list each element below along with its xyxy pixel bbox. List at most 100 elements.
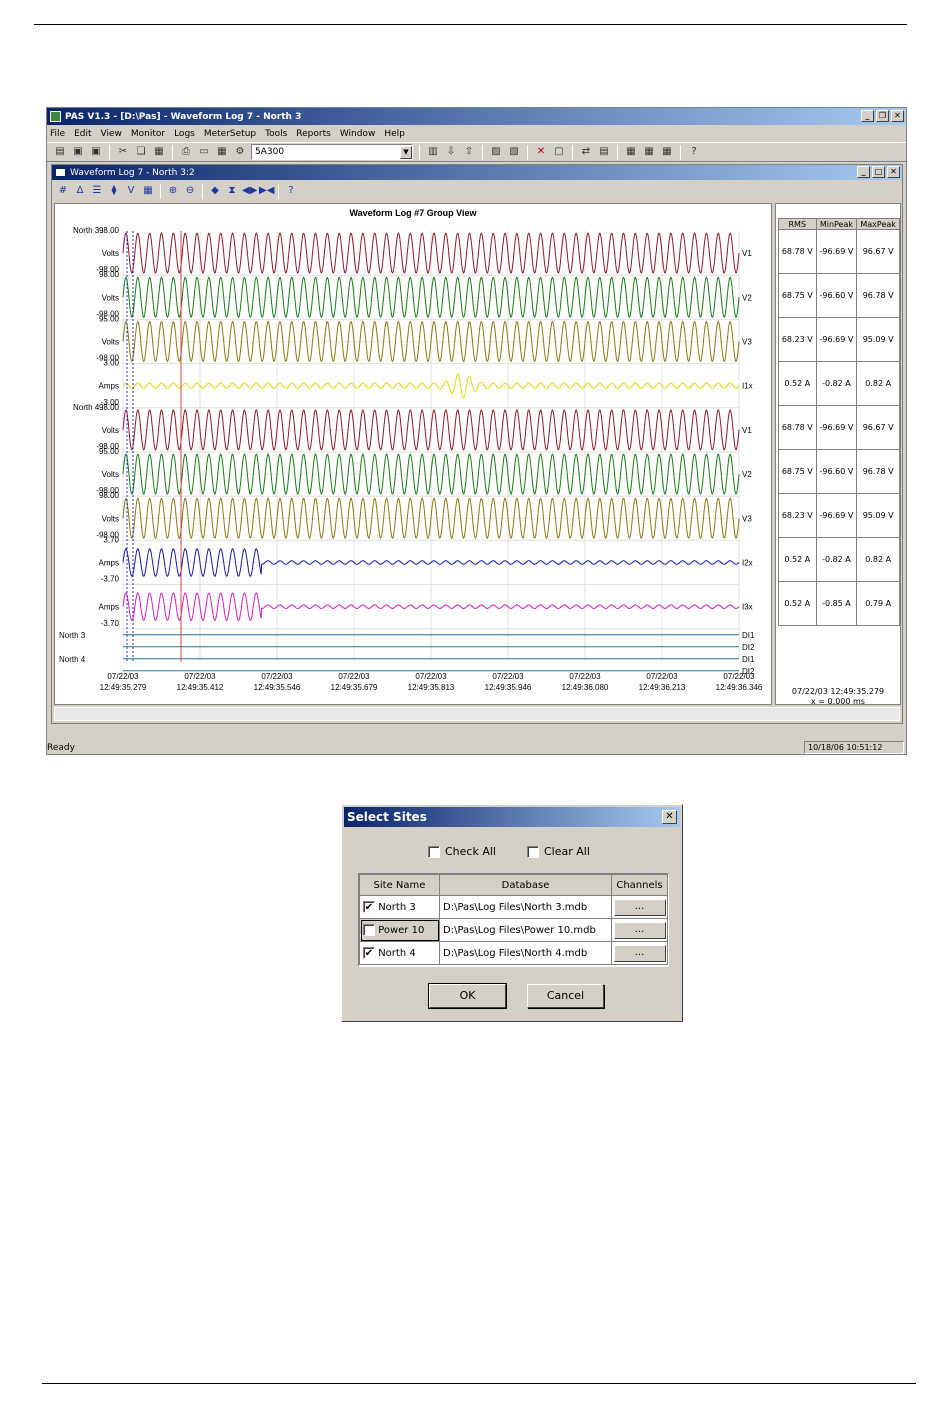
channel-name-label: V1 bbox=[742, 426, 752, 435]
close-icon[interactable]: ✕ bbox=[887, 166, 900, 178]
x-tick-time: 12:49:35.412 bbox=[177, 683, 224, 692]
waveform-plot[interactable]: Waveform Log #7 Group View North 3 :98.00… bbox=[54, 203, 772, 705]
menu-monitor[interactable]: Monitor bbox=[131, 129, 165, 139]
delta-icon[interactable]: Δ bbox=[73, 184, 87, 198]
status-datetime: 10/18/06 10:51:12 bbox=[804, 741, 904, 754]
table-row: 0.52 A -0.82 A 0.82 A bbox=[778, 537, 900, 582]
restore-icon[interactable]: ❐ bbox=[876, 110, 889, 122]
digital-channel-label: DI1 bbox=[742, 631, 755, 640]
minimize-icon[interactable]: _ bbox=[861, 110, 874, 122]
copy-icon[interactable]: ❏ bbox=[134, 145, 148, 159]
rms-value: 68.78 V bbox=[778, 229, 817, 274]
cancel-button[interactable]: Cancel bbox=[527, 984, 604, 1008]
menu-metersetup[interactable]: MeterSetup bbox=[204, 129, 256, 139]
maximize-icon[interactable]: □ bbox=[872, 166, 885, 178]
reset-icon[interactable]: ⇄ bbox=[579, 145, 593, 159]
site-cell[interactable]: Power 10 bbox=[359, 918, 440, 942]
maxpeak-value: 0.82 A bbox=[856, 537, 900, 582]
site-checkbox[interactable]: ✔ bbox=[363, 947, 375, 959]
marker-icon[interactable]: ⧫ bbox=[107, 184, 121, 198]
horizontal-scrollbar[interactable] bbox=[54, 707, 900, 721]
cursor-readout: 07/22/03 12:49:35.279 x = 0.000 ms bbox=[776, 687, 900, 707]
database-path: D:\Pas\Log Files\North 3.mdb bbox=[439, 895, 612, 919]
horizontal-zoom-icon[interactable]: ◀▶ bbox=[242, 184, 257, 198]
rms-value: 0.52 A bbox=[778, 581, 817, 626]
site-name-header: Site Name bbox=[359, 874, 440, 896]
minpeak-value: -96.69 V bbox=[815, 493, 858, 538]
channel-name-label: V3 bbox=[742, 338, 752, 347]
collapse-icon[interactable]: ▶◀ bbox=[259, 184, 274, 198]
zoom-in-icon[interactable]: ⊕ bbox=[166, 184, 180, 198]
connect-icon[interactable]: ⚙ bbox=[233, 145, 247, 159]
rms-value: 68.75 V bbox=[778, 273, 817, 318]
window-icon bbox=[55, 168, 66, 177]
channels-icon[interactable]: ☰ bbox=[90, 184, 104, 198]
checkbox-box[interactable] bbox=[527, 845, 539, 858]
save-icon[interactable]: ▣ bbox=[71, 145, 85, 159]
close-icon[interactable]: ✕ bbox=[662, 810, 677, 824]
menu-file[interactable]: File bbox=[50, 129, 65, 139]
menu-help[interactable]: Help bbox=[384, 129, 405, 139]
menu-edit[interactable]: Edit bbox=[74, 129, 91, 139]
download-icon[interactable]: ⇩ bbox=[444, 145, 458, 159]
hourglass-icon[interactable]: ⧗ bbox=[225, 184, 239, 198]
toolbar-separator bbox=[202, 183, 203, 199]
x-tick-time: 12:49:35.679 bbox=[331, 683, 378, 692]
properties-icon[interactable]: ▦ bbox=[215, 145, 229, 159]
vertical-zoom-icon[interactable]: ◆ bbox=[208, 184, 222, 198]
x-tick-date: 07/22/03 bbox=[107, 672, 139, 681]
zoom-out-icon[interactable]: ⊖ bbox=[183, 184, 197, 198]
menu-window[interactable]: Window bbox=[340, 129, 376, 139]
rms-value: 68.23 V bbox=[778, 493, 817, 538]
menu-view[interactable]: View bbox=[101, 129, 122, 139]
site-cell[interactable]: ✔ North 3 bbox=[359, 895, 440, 919]
axis-top-label: 98.00 bbox=[99, 270, 120, 279]
chevron-down-icon[interactable]: ▼ bbox=[400, 145, 412, 159]
properties-icon[interactable]: ▦ bbox=[141, 184, 155, 198]
grid-icon[interactable]: # bbox=[56, 184, 70, 198]
print-preview-icon[interactable]: ▭ bbox=[197, 145, 211, 159]
top-rule bbox=[34, 24, 907, 25]
gen-icon[interactable]: ▦ bbox=[624, 145, 638, 159]
check-all-checkbox[interactable]: Check All bbox=[428, 845, 496, 858]
open-icon[interactable]: ▤ bbox=[53, 145, 67, 159]
tou-icon[interactable]: ▦ bbox=[660, 145, 674, 159]
channels-button[interactable]: ... bbox=[613, 921, 666, 939]
waveform-svg: Waveform Log #7 Group ViewNorth 3 :98.00… bbox=[59, 208, 763, 692]
help-icon[interactable]: ? bbox=[687, 145, 701, 159]
chart-icon[interactable]: ▧ bbox=[507, 145, 521, 159]
channels-button[interactable]: ... bbox=[613, 898, 666, 916]
device-combo[interactable]: 5A300 ▼ bbox=[251, 144, 413, 160]
table-icon[interactable]: ▥ bbox=[426, 145, 440, 159]
ok-button[interactable]: OK bbox=[428, 983, 507, 1009]
menu-reports[interactable]: Reports bbox=[296, 129, 331, 139]
minpeak-value: -96.69 V bbox=[815, 317, 858, 362]
save-all-icon[interactable]: ▣ bbox=[89, 145, 103, 159]
paste-icon[interactable]: ▦ bbox=[152, 145, 166, 159]
minimize-icon[interactable]: _ bbox=[857, 166, 870, 178]
monitor-icon[interactable]: ▤ bbox=[597, 145, 611, 159]
table-row: ✔ North 3 D:\Pas\Log Files\North 3.mdb .… bbox=[359, 895, 668, 919]
upload-icon[interactable]: ⇧ bbox=[462, 145, 476, 159]
image-icon[interactable]: ▨ bbox=[489, 145, 503, 159]
clear-all-checkbox[interactable]: Clear All bbox=[527, 845, 590, 858]
toolbar-separator bbox=[527, 144, 528, 160]
menu-tools[interactable]: Tools bbox=[265, 129, 287, 139]
stop-icon[interactable]: ▢ bbox=[552, 145, 566, 159]
menu-logs[interactable]: Logs bbox=[174, 129, 195, 139]
minpeak-value: -96.60 V bbox=[815, 273, 858, 318]
site-checkbox[interactable]: ✔ bbox=[363, 901, 375, 913]
site-checkbox[interactable] bbox=[363, 924, 375, 936]
help-icon[interactable]: ? bbox=[284, 184, 298, 198]
site-cell[interactable]: ✔ North 4 bbox=[359, 941, 440, 965]
cut-icon[interactable]: ✂ bbox=[116, 145, 130, 159]
delete-icon[interactable]: ✕ bbox=[534, 145, 548, 159]
axis-top-label: 98.00 bbox=[99, 226, 120, 235]
voltage-icon[interactable]: V bbox=[124, 184, 138, 198]
checkbox-box[interactable] bbox=[428, 845, 440, 858]
print-icon[interactable]: ⎙ bbox=[179, 145, 193, 159]
log-icon[interactable]: ▦ bbox=[642, 145, 656, 159]
axis-unit-label: Volts bbox=[102, 338, 119, 347]
close-icon[interactable]: ✕ bbox=[891, 110, 904, 122]
channels-button[interactable]: ... bbox=[613, 944, 666, 962]
